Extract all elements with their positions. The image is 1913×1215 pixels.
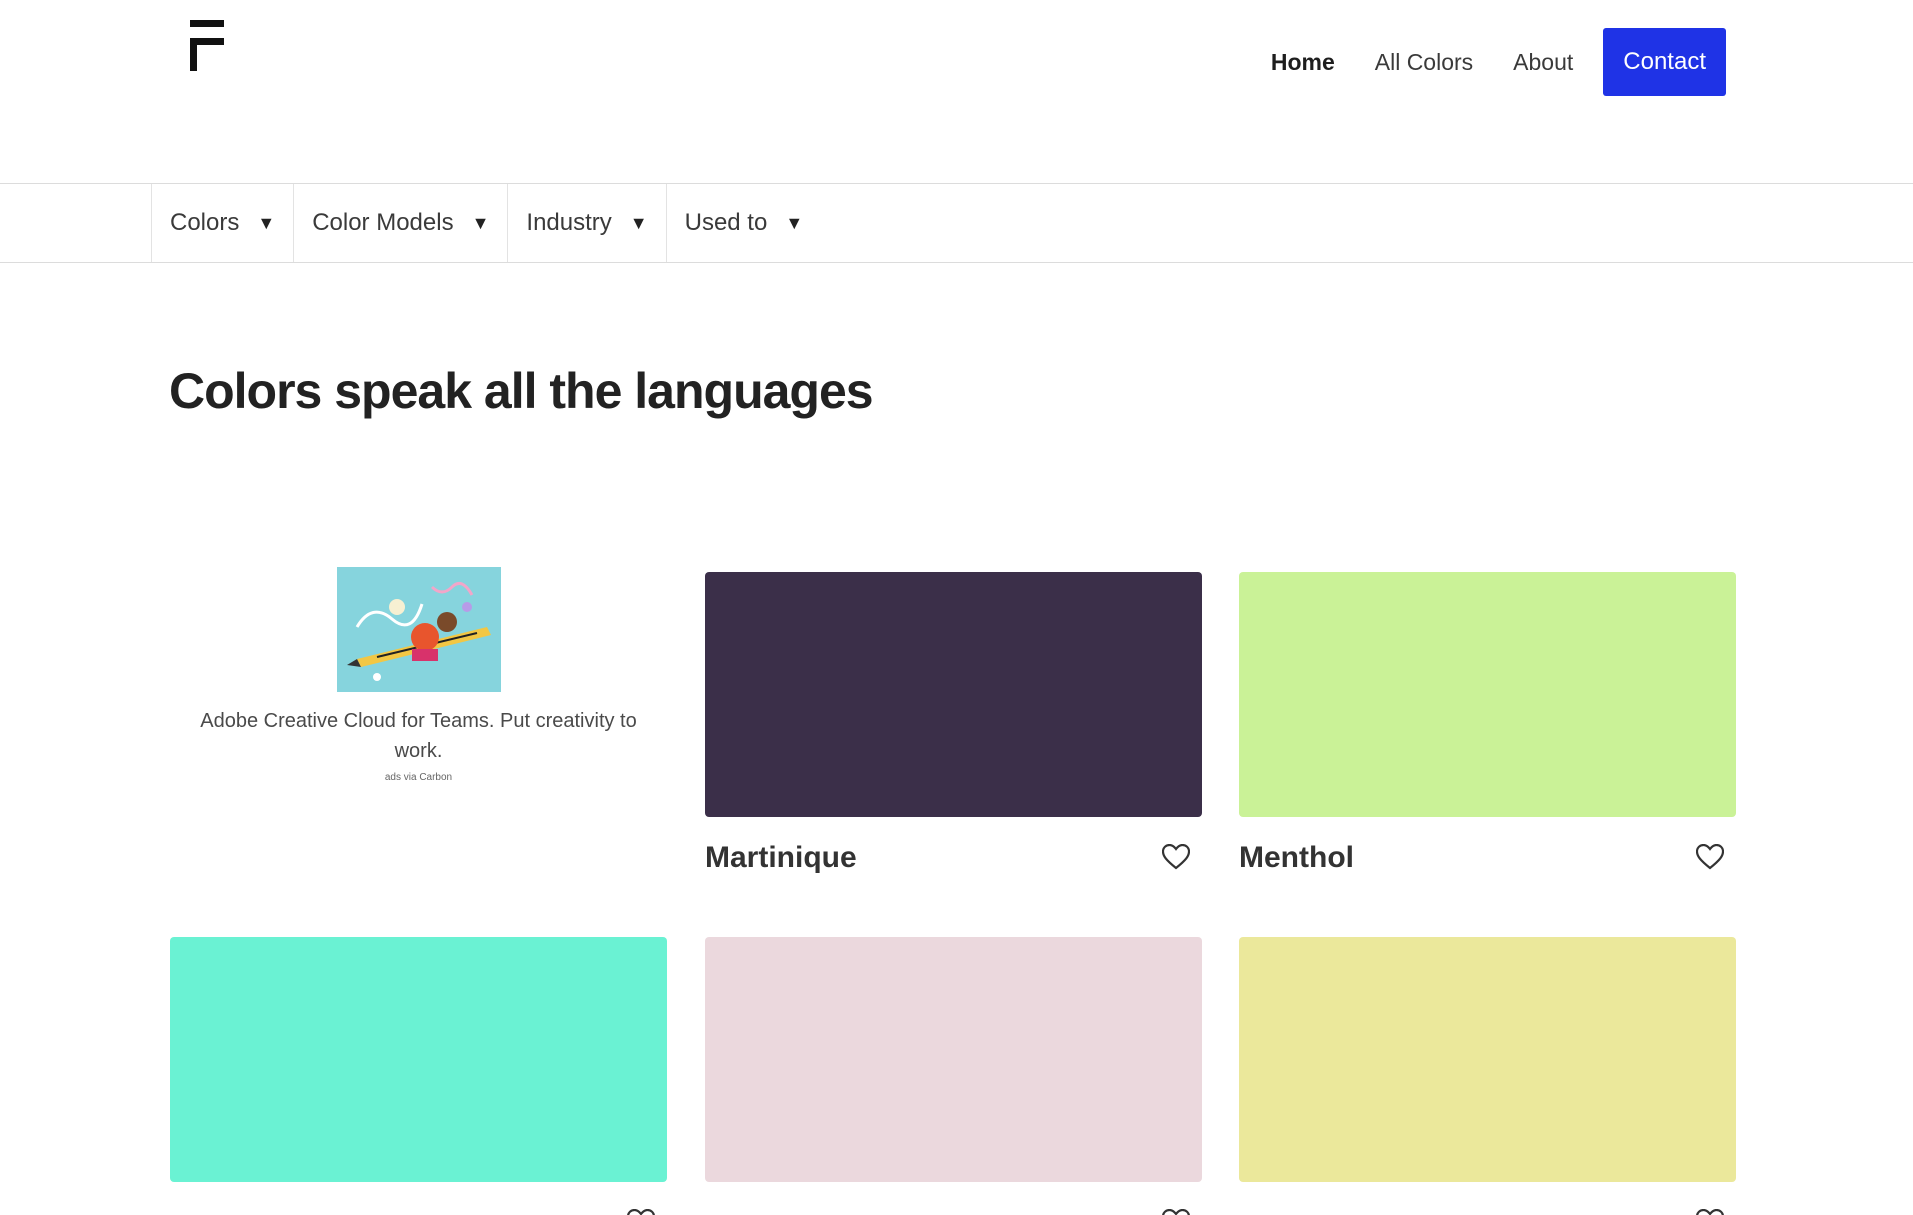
color-name[interactable]: Martinique — [705, 841, 857, 875]
color-swatch[interactable] — [1239, 572, 1736, 817]
color-swatch[interactable] — [1239, 937, 1736, 1182]
filter-color-models[interactable]: Color Models ▼ — [293, 184, 507, 262]
ad-via-link[interactable]: ads via Carbon — [170, 772, 667, 783]
filter-used-to[interactable]: Used to ▼ — [665, 184, 822, 262]
card-footer: Martinique — [705, 817, 1202, 887]
filter-label: Color Models — [312, 209, 454, 236]
heart-icon[interactable] — [1162, 844, 1190, 870]
card-footer — [1239, 1182, 1736, 1215]
main-nav: Home All Colors About Contact — [1231, 28, 1726, 96]
color-card[interactable] — [705, 937, 1202, 1215]
color-card[interactable] — [170, 937, 667, 1215]
color-name[interactable]: Menthol — [1239, 841, 1354, 875]
color-card[interactable]: Menthol — [1239, 572, 1736, 887]
color-swatch[interactable] — [705, 572, 1202, 817]
color-card[interactable]: Martinique — [705, 572, 1202, 887]
caret-down-icon: ▼ — [629, 212, 648, 233]
filter-label: Colors — [170, 209, 240, 236]
nav-about-link[interactable]: About — [1513, 49, 1573, 76]
ad-text[interactable]: Adobe Creative Cloud for Teams. Put crea… — [170, 706, 667, 766]
card-footer — [170, 1182, 667, 1215]
filter-label: Industry — [526, 209, 612, 236]
caret-down-icon: ▼ — [257, 212, 276, 233]
filter-list: Colors ▼ Color Models ▼ Industry ▼ Used … — [151, 184, 821, 262]
color-card[interactable] — [1239, 937, 1736, 1215]
card-footer — [705, 1182, 1202, 1215]
nav-home-link[interactable]: Home — [1271, 49, 1335, 76]
heart-icon[interactable] — [1162, 1209, 1190, 1215]
heart-icon[interactable] — [627, 1209, 655, 1215]
color-swatch[interactable] — [170, 937, 667, 1182]
color-swatch[interactable] — [705, 937, 1202, 1182]
heart-icon[interactable] — [1696, 1209, 1724, 1215]
caret-down-icon: ▼ — [785, 212, 804, 233]
filter-colors[interactable]: Colors ▼ — [151, 184, 293, 262]
ad-illustration-image[interactable] — [336, 567, 501, 692]
page-title: Colors speak all the languages — [169, 363, 874, 419]
filter-bar: Colors ▼ Color Models ▼ Industry ▼ Used … — [0, 183, 1913, 263]
card-footer: Menthol — [1239, 817, 1736, 887]
caret-down-icon: ▼ — [471, 212, 490, 233]
contact-button[interactable]: Contact — [1603, 28, 1726, 96]
filter-label: Used to — [684, 209, 768, 236]
nav-all-colors-link[interactable]: All Colors — [1375, 49, 1473, 76]
page: Home All Colors About Contact Colors ▼ C… — [0, 0, 1913, 1215]
f-logo-icon[interactable] — [190, 20, 224, 71]
carbon-ad[interactable]: Adobe Creative Cloud for Teams. Put crea… — [170, 567, 667, 783]
site-header: Home All Colors About Contact — [0, 0, 1913, 183]
filter-industry[interactable]: Industry ▼ — [507, 184, 665, 262]
heart-icon[interactable] — [1696, 844, 1724, 870]
